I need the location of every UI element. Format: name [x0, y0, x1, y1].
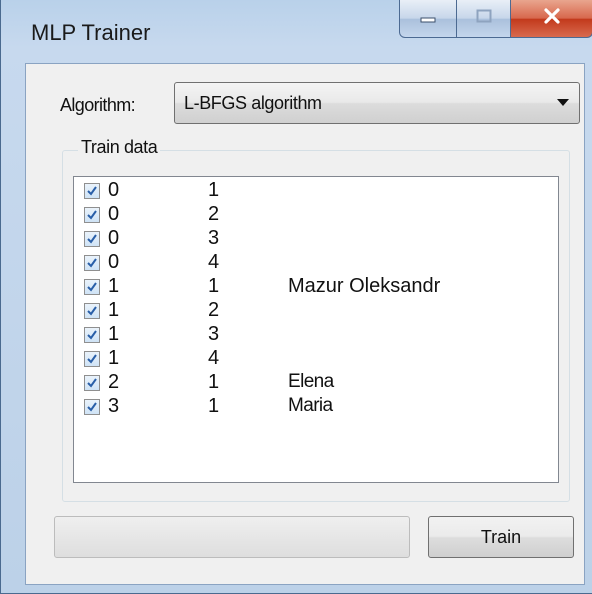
list-item[interactable]: 0 2 — [84, 203, 550, 229]
row-cell-1: 1 — [208, 395, 220, 417]
training-progress-bar — [54, 516, 410, 558]
row-cell-0: 1 — [108, 323, 120, 345]
checkmark-icon — [87, 234, 97, 244]
list-item[interactable]: 0 4 — [84, 251, 550, 277]
algorithm-select[interactable]: L-BFGS algorithm — [174, 82, 580, 124]
checkmark-icon — [87, 186, 97, 196]
train-button[interactable]: Train — [428, 516, 574, 558]
row-cell-0: 0 — [108, 251, 120, 273]
row-cell-1: 1 — [208, 179, 220, 201]
row-checkbox[interactable] — [84, 399, 100, 415]
train-data-caption: Train data — [78, 137, 161, 158]
list-item[interactable]: 0 3 — [84, 227, 550, 253]
algorithm-label: Algorithm: — [60, 95, 136, 115]
row-checkbox[interactable] — [84, 255, 100, 271]
row-cell-1: 3 — [208, 323, 220, 345]
minimize-icon — [420, 10, 436, 28]
window-frame: MLP Trainer Algorithm: L-BFGS algorithm … — [0, 0, 592, 594]
row-checkbox[interactable] — [84, 279, 100, 295]
row-cell-2: Mazur Oleksandr — [288, 275, 441, 297]
row-cell-1: 2 — [208, 299, 220, 321]
row-checkbox[interactable] — [84, 183, 100, 199]
list-item[interactable]: 2 1 Elena — [84, 371, 550, 397]
window-title: MLP Trainer — [31, 20, 151, 45]
close-icon — [543, 8, 561, 29]
checkmark-icon — [87, 210, 97, 220]
row-cell-1: 1 — [208, 275, 220, 297]
row-cell-0: 1 — [108, 275, 120, 297]
checkmark-icon — [87, 282, 97, 292]
row-checkbox[interactable] — [84, 231, 100, 247]
client-area: Algorithm: L-BFGS algorithm Train data 0… — [25, 63, 585, 585]
caption-buttons — [399, 0, 592, 40]
row-checkbox[interactable] — [84, 351, 100, 367]
row-checkbox[interactable] — [84, 207, 100, 223]
row-cell-0: 2 — [108, 371, 120, 393]
row-cell-0: 0 — [108, 227, 120, 249]
checkmark-icon — [87, 378, 97, 388]
minimize-button[interactable] — [399, 0, 457, 38]
maximize-icon — [476, 9, 492, 28]
row-cell-0: 0 — [108, 179, 120, 201]
maximize-button[interactable] — [457, 0, 511, 38]
list-item[interactable]: 1 2 — [84, 299, 550, 325]
row-cell-0: 1 — [108, 347, 120, 369]
row-checkbox[interactable] — [84, 327, 100, 343]
list-item[interactable]: 0 1 — [84, 179, 550, 205]
checkmark-icon — [87, 258, 97, 268]
row-cell-2: Elena — [288, 371, 334, 392]
close-button[interactable] — [511, 0, 592, 38]
chevron-down-icon — [557, 99, 569, 106]
checkmark-icon — [87, 330, 97, 340]
row-cell-1: 4 — [208, 251, 220, 273]
row-checkbox[interactable] — [84, 375, 100, 391]
row-cell-1: 3 — [208, 227, 220, 249]
list-item[interactable]: 1 4 — [84, 347, 550, 373]
checkmark-icon — [87, 306, 97, 316]
row-cell-1: 4 — [208, 347, 220, 369]
list-item[interactable]: 1 1 Mazur Oleksandr — [84, 275, 550, 301]
checkmark-icon — [87, 402, 97, 412]
checkmark-icon — [87, 354, 97, 364]
row-cell-0: 1 — [108, 299, 120, 321]
row-cell-1: 2 — [208, 203, 220, 225]
row-cell-0: 3 — [108, 395, 120, 417]
row-cell-1: 1 — [208, 371, 220, 393]
train-data-list[interactable]: 0 1 0 2 0 3 0 4 1 1 Mazur Oleksandr 1 2 … — [73, 176, 559, 483]
list-item[interactable]: 3 1 Maria — [84, 395, 550, 421]
algorithm-selected-value: L-BFGS algorithm — [184, 93, 322, 113]
row-cell-2: Maria — [288, 395, 333, 416]
list-item[interactable]: 1 3 — [84, 323, 550, 349]
row-checkbox[interactable] — [84, 303, 100, 319]
row-cell-0: 0 — [108, 203, 120, 225]
